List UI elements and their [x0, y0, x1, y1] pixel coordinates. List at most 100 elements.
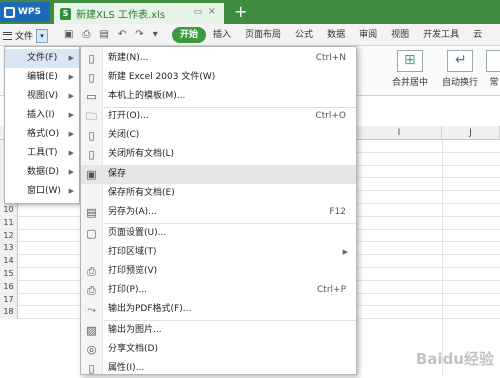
format-button[interactable]: 常	[486, 50, 500, 88]
menu-item-file[interactable]: 文件(F) ▶	[5, 49, 79, 68]
menu-item-open[interactable]: 🗀 打开(O)... Ctrl+O	[81, 107, 356, 126]
ribbon-tabs: 开始 插入 页面布局 公式 数据 审阅 视图 开发工具 云	[172, 27, 489, 43]
tab-view[interactable]: 视图	[384, 27, 416, 43]
tab-home[interactable]: 开始	[172, 27, 207, 43]
chevron-right-icon: ▶	[342, 248, 348, 256]
redo-icon[interactable]: ↷	[135, 29, 143, 40]
monitor-small-icon[interactable]: ▭	[193, 7, 202, 17]
chevron-right-icon: ▶	[68, 187, 74, 195]
menu-item-save-as[interactable]: ▤ 另存为(A)... F12	[81, 203, 356, 222]
print-preview-icon: ⎙	[87, 265, 96, 278]
tab-review[interactable]: 审阅	[352, 27, 384, 43]
row-header[interactable]: 16	[0, 280, 18, 294]
menu-item-label: 保存所有文档(E)	[108, 188, 175, 198]
menu-item-tools[interactable]: 工具(T) ▶	[5, 144, 79, 163]
row-header[interactable]: 12	[0, 229, 18, 243]
properties-icon: ▯	[88, 362, 95, 375]
row-header[interactable]: 18	[0, 306, 18, 320]
menu-item-data[interactable]: 数据(D) ▶	[5, 163, 79, 182]
chevron-right-icon: ▶	[68, 73, 74, 81]
chevron-right-icon: ▶	[68, 92, 74, 100]
pdf-icon: ⤳	[87, 303, 96, 316]
menu-item-label: 工具(T)	[27, 148, 58, 158]
menu-item-label: 打印预览(V)	[108, 266, 158, 276]
menu-item-label: 文件(F)	[27, 53, 58, 63]
menu-item-label: 窗口(W)	[27, 186, 61, 196]
merge-cells-icon	[397, 50, 423, 72]
shortcut-label: Ctrl+P	[317, 285, 346, 295]
column-header-j[interactable]: J	[442, 126, 500, 140]
menu-item-local-templates[interactable]: ▭ 本机上的模板(M)...	[81, 87, 356, 106]
close-tab-icon[interactable]: ×	[208, 6, 216, 17]
tab-developer[interactable]: 开发工具	[416, 27, 466, 43]
tab-data[interactable]: 数据	[320, 27, 352, 43]
main-menu: 文件(F) ▶ 编辑(E) ▶ 视图(V) ▶ 插入(I) ▶ 格式(O) ▶ 工具(T)…	[4, 46, 80, 204]
menu-item-new[interactable]: ▯ 新建(N)... Ctrl+N	[81, 49, 356, 68]
row-header[interactable]: 13	[0, 242, 18, 256]
menu-item-view[interactable]: 视图(V) ▶	[5, 87, 79, 106]
menu-item-label: 分享文档(D)	[108, 344, 158, 354]
save-quick-icon[interactable]: ▣	[64, 29, 73, 40]
menu-item-label: 属性(I)...	[108, 363, 145, 373]
menu-item-export-pdf[interactable]: ⤳ 输出为PDF格式(F)...	[81, 300, 356, 319]
menu-item-insert[interactable]: 插入(I) ▶	[5, 106, 79, 125]
tab-insert[interactable]: 插入	[206, 27, 238, 43]
menu-item-export-image[interactable]: ▨ 输出为图片...	[81, 321, 356, 340]
preview-quick-icon[interactable]: ▤	[99, 29, 108, 40]
row-header[interactable]: 10	[0, 204, 18, 217]
menu-item-label: 格式(O)	[27, 129, 60, 139]
print-quick-icon[interactable]: ⎙	[82, 29, 90, 40]
menu-item-print-area[interactable]: 打印区域(T) ▶	[81, 243, 356, 262]
column-header-i[interactable]: I	[357, 126, 442, 140]
wps-app-tab[interactable]: WPS	[0, 2, 50, 22]
wps-app-label: WPS	[18, 7, 42, 17]
menu-item-window[interactable]: 窗口(W) ▶	[5, 182, 79, 201]
more-icon[interactable]: ▾	[153, 29, 158, 40]
close-doc-icon: ▯	[88, 129, 95, 142]
row-header[interactable]: 17	[0, 293, 18, 307]
merge-center-label: 合并居中	[392, 78, 429, 88]
wrap-text-icon	[447, 50, 473, 72]
chevron-down-icon[interactable]: ▾	[36, 28, 49, 43]
tab-page-layout[interactable]: 页面布局	[238, 27, 288, 43]
menu-item-label: 新建(N)...	[108, 53, 149, 63]
menu-item-save-all[interactable]: 保存所有文档(E)	[81, 184, 356, 203]
format-label: 常	[489, 78, 499, 88]
undo-icon[interactable]: ↶	[118, 29, 126, 40]
wrap-text-button[interactable]: 自动换行	[442, 50, 478, 88]
chevron-right-icon: ▶	[68, 149, 74, 157]
menu-item-close-all[interactable]: ▯ 关闭所有文档(L)	[81, 145, 356, 164]
tab-cloud[interactable]: 云	[466, 27, 489, 43]
menu-item-new-excel-2003[interactable]: ▯ 新建 Excel 2003 文件(W)	[81, 68, 356, 87]
menu-item-label: 打印区域(T)	[108, 247, 157, 257]
menu-item-label: 新建 Excel 2003 文件(W)	[108, 72, 216, 82]
title-bar: WPS S 新建XLS 工作表.xls ▭ × +	[0, 0, 500, 24]
merge-center-button[interactable]: 合并居中	[392, 50, 428, 88]
hamburger-icon	[3, 31, 12, 40]
menu-item-edit[interactable]: 编辑(E) ▶	[5, 68, 79, 87]
menu-item-close[interactable]: ▯ 关闭(C)	[81, 126, 356, 145]
menu-item-page-setup[interactable]: ▢ 页面设置(U)...	[81, 224, 356, 243]
document-tab[interactable]: S 新建XLS 工作表.xls ▭ ×	[54, 3, 224, 24]
new-tab-button[interactable]: +	[234, 2, 247, 21]
menu-item-label: 打开(O)...	[108, 111, 149, 121]
printer-icon: ⎙	[87, 284, 96, 297]
row-header[interactable]: 15	[0, 268, 18, 281]
menu-item-print-preview[interactable]: ⎙ 打印预览(V)	[81, 262, 356, 281]
menu-item-print[interactable]: ⎙ 打印(P)... Ctrl+P	[81, 281, 356, 300]
tab-formulas[interactable]: 公式	[288, 27, 320, 43]
menu-item-share[interactable]: ◎ 分享文档(D)	[81, 340, 356, 359]
menu-item-save[interactable]: ▣ 保存	[81, 165, 356, 184]
row-header[interactable]: 11	[0, 216, 18, 230]
file-menu-button[interactable]: 文件 ▾	[3, 27, 49, 44]
menu-item-format[interactable]: 格式(O) ▶	[5, 125, 79, 144]
spreadsheet-icon: S	[60, 7, 71, 20]
menu-item-label: 关闭(C)	[108, 130, 140, 140]
row-header[interactable]: 14	[0, 255, 18, 268]
menu-item-properties[interactable]: ▯ 属性(I)...	[81, 359, 356, 378]
menu-item-label: 视图(V)	[27, 91, 59, 101]
page-setup-icon: ▢	[86, 227, 97, 240]
image-icon: ▨	[86, 324, 97, 337]
document-tab-title: 新建XLS 工作表.xls	[76, 10, 166, 21]
close-all-icon: ▯	[88, 148, 95, 161]
